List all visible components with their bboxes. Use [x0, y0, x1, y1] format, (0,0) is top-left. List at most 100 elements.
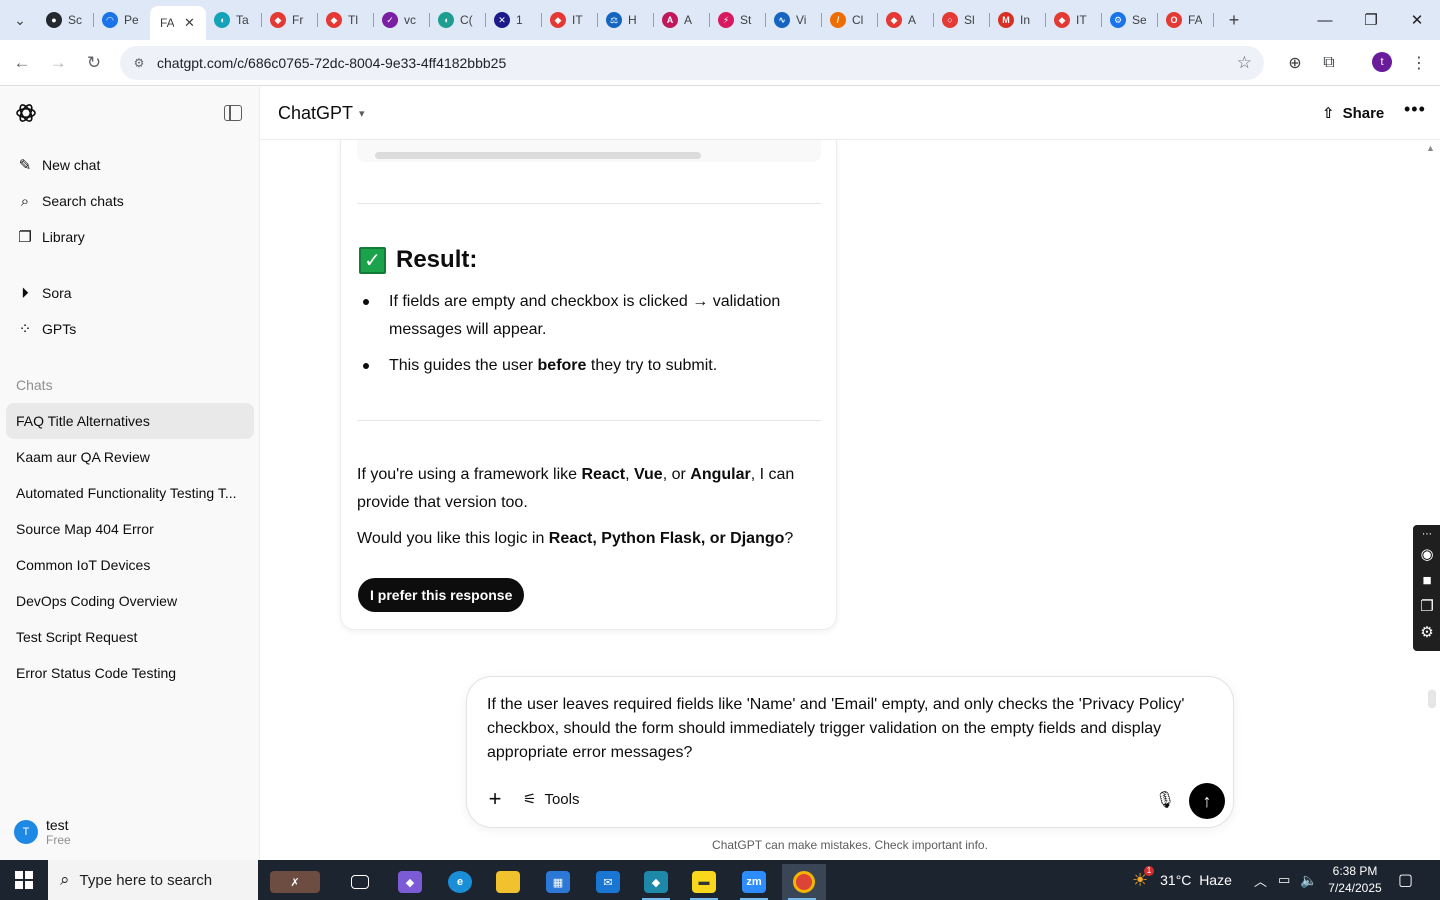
teal-icon: ◖	[214, 12, 230, 28]
close-tab-icon[interactable]: ✕	[184, 15, 195, 31]
chat-item[interactable]: Kaam aur QA Review	[6, 439, 254, 475]
bolt-icon: ⚡	[718, 12, 734, 28]
chat-item[interactable]: Error Status Code Testing	[6, 655, 254, 691]
sticky-notes-icon[interactable]: ▬	[684, 864, 724, 900]
sidebar-item-sora[interactable]: ⏵ Sora	[6, 275, 254, 311]
prompt-input[interactable]: If the user leaves required fields like …	[487, 693, 1207, 765]
tab-search-chevron-icon[interactable]: ⌄	[8, 8, 32, 32]
tray-chevron-icon[interactable]: ︿	[1254, 860, 1267, 900]
translate-extension-icon[interactable]: ⊕	[1284, 52, 1306, 74]
video-icon[interactable]: ■	[1418, 571, 1436, 589]
url-text[interactable]: chatgpt.com/c/686c0765-72dc-8004-9e33-4f…	[157, 55, 506, 71]
microphone-icon[interactable]: 🎙	[1155, 789, 1175, 811]
forward-button[interactable]: →	[44, 49, 72, 77]
copilot-icon[interactable]: ◆	[390, 864, 430, 900]
browser-tab[interactable]: ● Sc	[38, 6, 94, 34]
openai-logo-icon[interactable]	[14, 101, 38, 125]
library-icon: ❐	[18, 229, 32, 246]
browser-tab[interactable]: ◆ Fr	[262, 6, 318, 34]
notifications-icon[interactable]: ▢	[1398, 860, 1413, 900]
user-menu[interactable]: T test Free	[14, 817, 71, 847]
edge-icon[interactable]: e	[440, 864, 480, 900]
scroll-up-arrow-icon[interactable]: ▲	[1426, 143, 1435, 153]
site-info-icon[interactable]: ⚙	[130, 54, 148, 72]
browser-tab[interactable]: AA	[654, 6, 710, 34]
camera-icon[interactable]: ◉	[1418, 545, 1436, 563]
chat-item[interactable]: DevOps Coding Overview	[6, 583, 254, 619]
chat-item[interactable]: Common IoT Devices	[6, 547, 254, 583]
browser-tab[interactable]: ◆ A	[878, 6, 934, 34]
file-explorer-icon[interactable]	[488, 864, 528, 900]
browser-menu-icon[interactable]: ⋮	[1408, 52, 1430, 74]
chat-item[interactable]: Automated Functionality Testing T...	[6, 475, 254, 511]
avatar: T	[14, 820, 38, 844]
zoom-icon[interactable]: zm	[734, 864, 774, 900]
main-header: ChatGPT ▾ ⇧ Share •••	[260, 87, 1440, 140]
browser-tab[interactable]: ◖ Ta	[206, 6, 262, 34]
tools-button[interactable]: ⚟ Tools	[523, 790, 579, 809]
bookmark-star-icon[interactable]: ☆	[1237, 53, 1252, 73]
network-icon[interactable]: ▭	[1278, 860, 1290, 900]
system-clock[interactable]: 6:38 PM 7/24/2025	[1320, 863, 1390, 897]
browser-tab[interactable]: ◆ IT	[1046, 6, 1102, 34]
task-view-icon[interactable]	[340, 864, 380, 900]
sidebar-item-library[interactable]: ❐ Library	[6, 219, 254, 255]
browser-tab[interactable]: ◖ C(	[430, 6, 486, 34]
browser-tab[interactable]: ✓ vc	[374, 6, 430, 34]
disclaimer: ChatGPT can make mistakes. Check importa…	[712, 838, 988, 852]
browser-tab[interactable]: M In	[990, 6, 1046, 34]
browser-tab[interactable]: ◠ Pe	[94, 6, 150, 34]
browser-tab[interactable]: ∿ Vi	[766, 6, 822, 34]
scrollbar-thumb[interactable]	[1428, 690, 1436, 708]
profile-avatar[interactable]: t	[1372, 52, 1392, 72]
browser-tab[interactable]: ⚖ H	[598, 6, 654, 34]
link-icon[interactable]: ⋯	[1418, 525, 1436, 543]
composer: If the user leaves required fields like …	[466, 676, 1234, 828]
chat-item[interactable]: Source Map 404 Error	[6, 511, 254, 547]
chat-item[interactable]: Test Script Request	[6, 619, 254, 655]
code-block-scrollbar[interactable]	[375, 152, 701, 159]
sidebar-item-new-chat[interactable]: ✎ New chat	[6, 147, 254, 183]
share-button[interactable]: ⇧ Share	[1322, 104, 1384, 123]
browser-tab[interactable]: ○ Sl	[934, 6, 990, 34]
back-button[interactable]: ←	[8, 49, 36, 77]
address-bar[interactable]: ⚙ chatgpt.com/c/686c0765-72dc-8004-9e33-…	[120, 46, 1264, 80]
prefer-response-button[interactable]: I prefer this response	[358, 578, 525, 612]
browser-tab[interactable]: ◆ Tl	[318, 6, 374, 34]
volume-icon[interactable]: 🔈	[1300, 860, 1317, 900]
model-selector[interactable]: ChatGPT ▾	[278, 103, 365, 124]
app-diamond-icon[interactable]: ◆	[636, 864, 676, 900]
check-icon: ✓	[382, 12, 398, 28]
send-button[interactable]: ↑	[1189, 783, 1225, 819]
browser-tab-active[interactable]: FA ✕	[150, 6, 206, 40]
sidebar-item-gpts[interactable]: ⁘ GPTs	[6, 311, 254, 347]
chrome-icon[interactable]	[782, 864, 826, 900]
weather-widget[interactable]: ☀ 1 31°C Haze	[1132, 860, 1232, 900]
new-tab-button[interactable]: +	[1222, 8, 1246, 32]
sidebar-toggle-icon[interactable]	[224, 105, 242, 121]
sidebar-item-search-chats[interactable]: ⌕ Search chats	[6, 183, 254, 219]
browser-tab[interactable]: ⚙ Se	[1102, 6, 1158, 34]
browser-tab[interactable]: ✕ 1	[486, 6, 542, 34]
close-window-button[interactable]: ✕	[1394, 0, 1440, 40]
browser-toolbar: ← → ↻ ⚙ chatgpt.com/c/686c0765-72dc-8004…	[0, 40, 1440, 86]
diamond-icon: ◆	[326, 12, 342, 28]
browser-tab[interactable]: O FA	[1158, 6, 1214, 34]
browser-tab[interactable]: ◆ IT	[542, 6, 598, 34]
gear-icon[interactable]: ⚙	[1418, 623, 1436, 641]
browser-tab[interactable]: ⚡ St	[710, 6, 766, 34]
reload-button[interactable]: ↻	[80, 49, 108, 77]
extensions-icon[interactable]: ⧉	[1318, 52, 1340, 74]
restore-button[interactable]: ❐	[1348, 0, 1394, 40]
microsoft-store-icon[interactable]: ▦	[538, 864, 578, 900]
browser-tab[interactable]: / Cl	[822, 6, 878, 34]
chat-item-active[interactable]: FAQ Title Alternatives	[6, 403, 254, 439]
minimize-button[interactable]: —	[1302, 0, 1348, 40]
more-options-icon[interactable]: •••	[1404, 99, 1426, 120]
layers-icon[interactable]: ❐	[1418, 597, 1436, 615]
taskbar-search[interactable]: ⌕ Type here to search	[48, 860, 258, 900]
search-highlight-icon[interactable]: ✗	[262, 864, 328, 900]
start-button[interactable]	[0, 860, 48, 900]
mail-icon[interactable]: ✉	[588, 864, 628, 900]
add-attachment-icon[interactable]: +	[483, 786, 507, 811]
